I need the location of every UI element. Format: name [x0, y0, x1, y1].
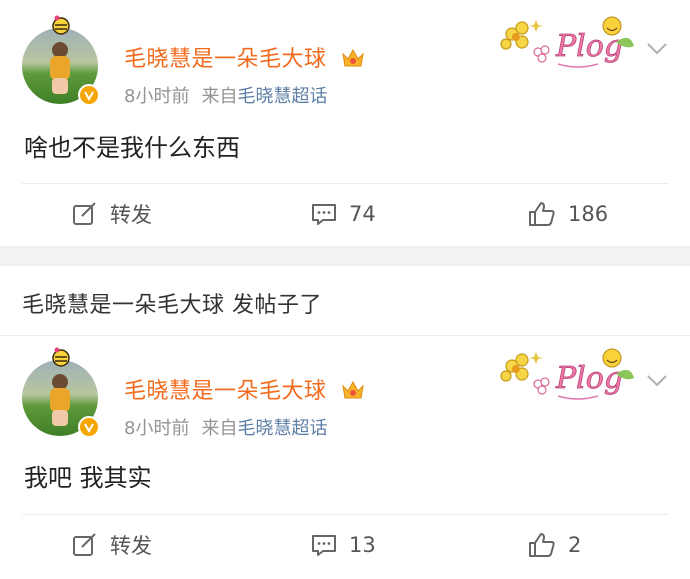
- post-meta: 8小时前 来自毛晓慧超话: [124, 82, 327, 108]
- post-content: 啥也不是我什么东西: [24, 134, 240, 162]
- comment-icon: [312, 535, 336, 556]
- verified-badge-icon: [78, 84, 100, 106]
- crown-icon: [342, 380, 364, 399]
- comment-count: 13: [349, 533, 376, 557]
- plog-sticker-icon: Plog: [500, 16, 634, 68]
- source-prefix: 来自: [201, 86, 238, 107]
- author-name[interactable]: 毛晓慧是一朵毛大球: [124, 373, 366, 405]
- like-button[interactable]: 186: [528, 184, 608, 244]
- repost-icon: [73, 202, 96, 225]
- repost-icon: [73, 533, 96, 556]
- source-link[interactable]: 毛晓慧超话: [237, 86, 327, 107]
- post-time: 8小时前: [124, 86, 190, 107]
- source-prefix: 来自: [201, 418, 238, 439]
- bee-badge-icon: [52, 347, 70, 367]
- crown-icon: [342, 48, 364, 67]
- like-count: 186: [568, 202, 609, 226]
- repost-label: 转发: [110, 534, 152, 558]
- comment-button[interactable]: 13: [311, 515, 376, 575]
- verified-badge-icon: [78, 416, 100, 438]
- author-name[interactable]: 毛晓慧是一朵毛大球: [124, 41, 366, 73]
- post-content: 我吧 我其实: [24, 464, 152, 492]
- chevron-down-icon[interactable]: [646, 374, 668, 388]
- thumbs-up-icon: [529, 202, 555, 226]
- comment-count: 74: [349, 202, 376, 226]
- author-name-text[interactable]: 毛晓慧是一朵毛大球: [124, 47, 327, 72]
- avatar[interactable]: [22, 15, 102, 108]
- weibo-post: 毛晓慧是一朵毛大球 8小时前 来自毛晓慧超话 Plog 啥也不是我什么东西 转发…: [0, 0, 690, 246]
- avatar[interactable]: [22, 347, 102, 440]
- comment-icon: [312, 204, 336, 225]
- repost-label: 转发: [110, 203, 152, 227]
- comment-button[interactable]: 74: [311, 184, 376, 244]
- post-meta: 8小时前 来自毛晓慧超话: [124, 414, 327, 440]
- chevron-down-icon[interactable]: [646, 42, 668, 56]
- post-time: 8小时前: [124, 418, 190, 439]
- like-button[interactable]: 2: [528, 515, 581, 575]
- repost-button[interactable]: 转发: [72, 515, 152, 575]
- post-actions: 转发 74 186: [0, 184, 690, 244]
- post-notice-text: 毛晓慧是一朵毛大球 发帖子了: [22, 293, 322, 318]
- thumbs-up-icon: [529, 533, 555, 557]
- weibo-post: 毛晓慧是一朵毛大球 8小时前 来自毛晓慧超话 Plog 我吧 我其实 转发 13…: [0, 336, 690, 579]
- repost-button[interactable]: 转发: [72, 184, 152, 244]
- post-actions: 转发 13 2: [0, 515, 690, 575]
- source-link[interactable]: 毛晓慧超话: [237, 418, 327, 439]
- like-count: 2: [568, 533, 582, 557]
- author-name-text[interactable]: 毛晓慧是一朵毛大球: [124, 379, 327, 404]
- plog-sticker-icon: Plog: [500, 348, 634, 400]
- post-notice: 毛晓慧是一朵毛大球 发帖子了: [0, 266, 690, 336]
- feed-separator: [0, 246, 690, 266]
- bee-badge-icon: [52, 15, 70, 35]
